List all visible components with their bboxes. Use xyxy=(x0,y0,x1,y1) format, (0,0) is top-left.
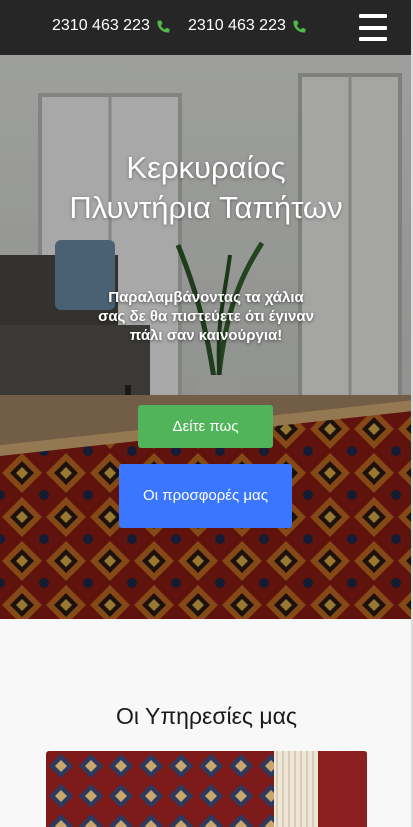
menu-line xyxy=(359,14,387,18)
services-heading: Οι Υπηρεσίες μας xyxy=(116,703,297,729)
hero-section: Κερκυραίος Πλυντήρια Ταπήτων Παραλαμβάνο… xyxy=(0,55,413,619)
phone-link-2[interactable]: 2310 463 223 xyxy=(188,17,308,35)
phone-number-2: 2310 463 223 xyxy=(188,17,286,34)
offers-button[interactable]: Οι προσφορές μας xyxy=(119,464,292,528)
services-section: Οι Υπηρεσίες μας xyxy=(0,619,413,827)
hamburger-menu-icon[interactable] xyxy=(359,14,387,41)
phone-icon xyxy=(291,18,308,35)
phone-icon xyxy=(155,18,172,35)
phone-number-1: 2310 463 223 xyxy=(52,17,150,34)
top-bar: 2310 463 223 2310 463 223 xyxy=(0,0,413,55)
hero-title: Κερκυραίος Πλυντήρια Ταπήτων xyxy=(69,150,343,225)
hero-subtitle: Παραλαμβάνοντας τα χάλια σας δε θα πιστε… xyxy=(98,289,314,344)
service-rug-image xyxy=(46,751,367,827)
phone-link-1[interactable]: 2310 463 223 xyxy=(52,17,172,35)
see-how-button[interactable]: Δείτε πως xyxy=(138,405,273,448)
menu-line xyxy=(359,37,387,41)
menu-line xyxy=(359,25,387,30)
